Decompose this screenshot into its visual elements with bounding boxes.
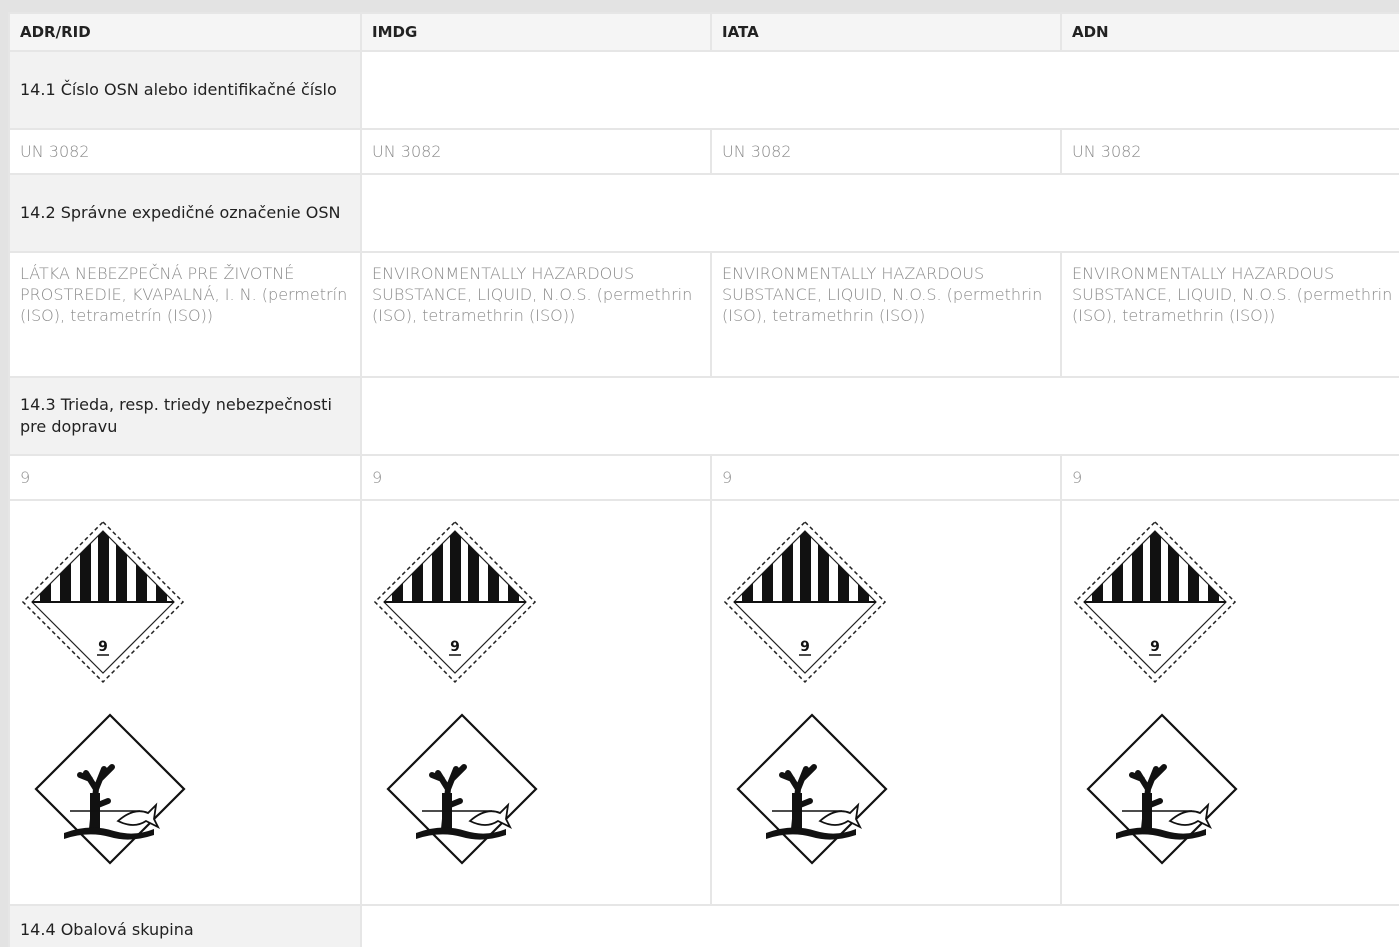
un-number-imdg: UN 3082: [360, 128, 712, 175]
un-number-adn: UN 3082: [1060, 128, 1399, 175]
transport-info-table: ADR/RID IMDG IATA ADN 14.1 Číslo OSN ale…: [8, 12, 1399, 947]
header-imdg: IMDG: [360, 12, 712, 52]
un-number-row: UN 3082 UN 3082 UN 3082 UN 3082: [8, 128, 1399, 175]
pictograms-imdg: 9: [360, 499, 712, 906]
hazard-class-adr: 9: [8, 454, 362, 501]
shipping-name-row: LÁTKA NEBEZPEČNÁ PRE ŽIVOTNÉ PROSTREDIE,…: [8, 251, 1399, 378]
header-adn: ADN: [1060, 12, 1399, 52]
section-title-shipping-name: 14.2 Správne expedičné označenie OSN: [8, 173, 362, 253]
class-9-hazard-label-icon: 9: [1073, 520, 1237, 684]
environmentally-hazardous-substance-mark-icon: [386, 713, 538, 865]
section-fill: [360, 904, 1399, 947]
pictogram-row: 9 9 9 9: [8, 499, 1399, 906]
transport-info-table-frame: ADR/RID IMDG IATA ADN 14.1 Číslo OSN ale…: [8, 12, 1399, 947]
section-row-un-number: 14.1 Číslo OSN alebo identifikačné číslo: [8, 50, 1399, 130]
class-9-label-wrapper: 9: [18, 517, 352, 687]
class-9-label-wrapper: 9: [720, 517, 1052, 687]
section-row-shipping-name: 14.2 Správne expedičné označenie OSN: [8, 173, 1399, 253]
pictograms-adr: 9: [8, 499, 362, 906]
section-title-un-number: 14.1 Číslo OSN alebo identifikačné číslo: [8, 50, 362, 130]
section-fill: [360, 173, 1399, 253]
class-9-hazard-label-icon: 9: [373, 520, 537, 684]
pictograms-iata: 9: [710, 499, 1062, 906]
section-fill: [360, 50, 1399, 130]
class-9-hazard-label-icon: 9: [723, 520, 887, 684]
header-row: ADR/RID IMDG IATA ADN: [8, 12, 1399, 52]
section-fill: [360, 376, 1399, 456]
un-number-iata: UN 3082: [710, 128, 1062, 175]
top-border: [0, 0, 1399, 12]
svg-text:9: 9: [450, 639, 460, 655]
hazard-class-row: 9 9 9 9: [8, 454, 1399, 501]
environment-mark-wrapper: [732, 709, 1052, 869]
svg-text:9: 9: [98, 639, 108, 655]
environmentally-hazardous-substance-mark-icon: [34, 713, 186, 865]
svg-text:9: 9: [1150, 639, 1160, 655]
hazard-class-adn: 9: [1060, 454, 1399, 501]
left-border: [0, 0, 8, 947]
shipping-name-adr: LÁTKA NEBEZPEČNÁ PRE ŽIVOTNÉ PROSTREDIE,…: [8, 251, 362, 378]
class-9-label-wrapper: 9: [370, 517, 702, 687]
class-9-hazard-label-icon: 9: [21, 520, 185, 684]
hazard-class-imdg: 9: [360, 454, 712, 501]
section-title-hazard-class: 14.3 Trieda, resp. triedy nebezpečnosti …: [8, 376, 362, 456]
environment-mark-wrapper: [30, 709, 352, 869]
pictograms-adn: 9: [1060, 499, 1399, 906]
header-adr-rid: ADR/RID: [8, 12, 362, 52]
class-9-label-wrapper: 9: [1070, 517, 1396, 687]
section-row-packing-group: 14.4 Obalová skupina: [8, 904, 1399, 947]
section-title-packing-group: 14.4 Obalová skupina: [8, 904, 362, 947]
un-number-adr: UN 3082: [8, 128, 362, 175]
hazard-class-iata: 9: [710, 454, 1062, 501]
shipping-name-adn: ENVIRONMENTALLY HAZARDOUS SUBSTANCE, LIQ…: [1060, 251, 1399, 378]
environment-mark-wrapper: [382, 709, 702, 869]
svg-text:9: 9: [800, 639, 810, 655]
environmentally-hazardous-substance-mark-icon: [736, 713, 888, 865]
section-row-hazard-class: 14.3 Trieda, resp. triedy nebezpečnosti …: [8, 376, 1399, 456]
shipping-name-iata: ENVIRONMENTALLY HAZARDOUS SUBSTANCE, LIQ…: [710, 251, 1062, 378]
environmentally-hazardous-substance-mark-icon: [1086, 713, 1238, 865]
environment-mark-wrapper: [1082, 709, 1396, 869]
header-iata: IATA: [710, 12, 1062, 52]
shipping-name-imdg: ENVIRONMENTALLY HAZARDOUS SUBSTANCE, LIQ…: [360, 251, 712, 378]
